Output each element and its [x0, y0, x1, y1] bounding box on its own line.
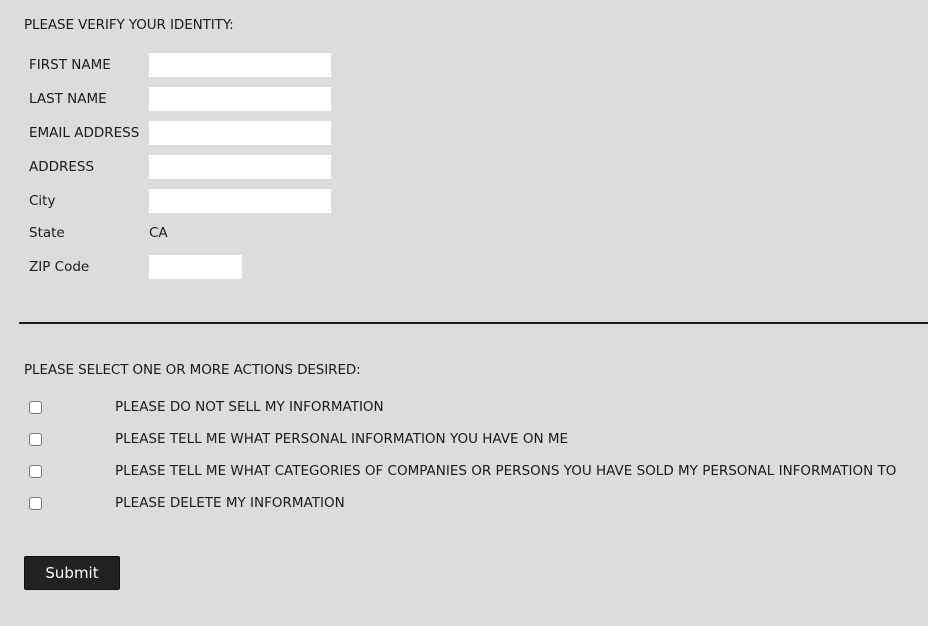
last-name-input[interactable]: [149, 87, 331, 111]
zip-input[interactable]: [149, 255, 242, 279]
privacy-request-form: PLEASE VERIFY YOUR IDENTITY: FIRST NAME …: [0, 0, 928, 626]
personal-info-label[interactable]: PLEASE TELL ME WHAT PERSONAL INFORMATION…: [115, 431, 568, 447]
city-label: City: [29, 193, 56, 209]
last-name-label: LAST NAME: [29, 91, 107, 107]
city-input[interactable]: [149, 189, 331, 213]
section-divider: [19, 322, 928, 324]
last-name-row: LAST NAME: [29, 87, 331, 111]
submit-button[interactable]: Submit: [24, 556, 120, 590]
email-row: EMAIL ADDRESS: [29, 121, 331, 145]
state-row: State CA: [29, 221, 168, 245]
first-name-row: FIRST NAME: [29, 53, 331, 77]
address-row: ADDRESS: [29, 155, 331, 179]
address-input[interactable]: [149, 155, 331, 179]
first-name-label: FIRST NAME: [29, 57, 111, 73]
delete-info-checkbox[interactable]: [29, 496, 42, 510]
do-not-sell-label[interactable]: PLEASE DO NOT SELL MY INFORMATION: [115, 399, 384, 415]
email-input[interactable]: [149, 121, 331, 145]
action-option: PLEASE DELETE MY INFORMATION: [29, 494, 345, 512]
address-label: ADDRESS: [29, 159, 95, 175]
state-label: State: [29, 225, 65, 241]
sold-categories-label[interactable]: PLEASE TELL ME WHAT CATEGORIES OF COMPAN…: [115, 463, 896, 479]
actions-heading: PLEASE SELECT ONE OR MORE ACTIONS DESIRE…: [24, 362, 361, 378]
delete-info-label[interactable]: PLEASE DELETE MY INFORMATION: [115, 495, 345, 511]
action-option: PLEASE DO NOT SELL MY INFORMATION: [29, 398, 384, 416]
do-not-sell-checkbox[interactable]: [29, 400, 42, 414]
state-value: CA: [149, 225, 168, 241]
identity-heading: PLEASE VERIFY YOUR IDENTITY:: [24, 17, 234, 33]
zip-label: ZIP Code: [29, 259, 90, 275]
personal-info-checkbox[interactable]: [29, 432, 42, 446]
email-label: EMAIL ADDRESS: [29, 125, 140, 141]
action-option: PLEASE TELL ME WHAT PERSONAL INFORMATION…: [29, 430, 568, 448]
city-row: City: [29, 189, 331, 213]
first-name-input[interactable]: [149, 53, 331, 77]
sold-categories-checkbox[interactable]: [29, 464, 42, 478]
zip-row: ZIP Code: [29, 255, 242, 279]
action-option: PLEASE TELL ME WHAT CATEGORIES OF COMPAN…: [29, 462, 896, 480]
